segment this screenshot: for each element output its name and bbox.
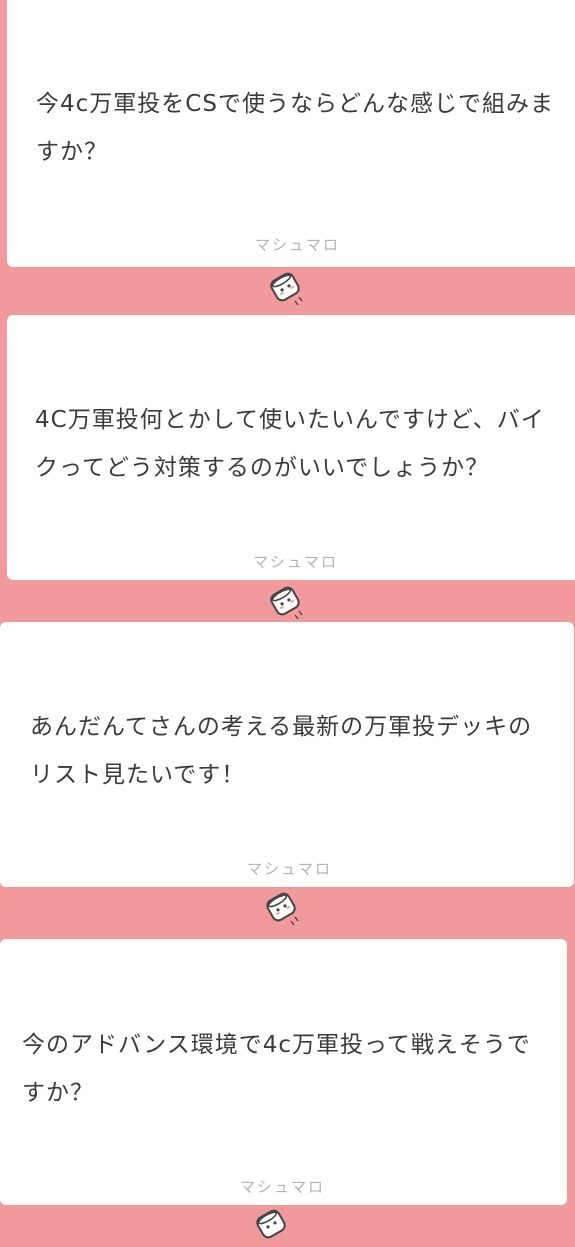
question-card[interactable]: 今のアドバンス環境で4c万軍投って戦えそうで すか？ マシュマロ xyxy=(0,939,567,1205)
question-card[interactable]: 4C万軍投何とかして使いたいんですけど、バイ クってどう対策するのがいいでしょう… xyxy=(7,315,575,580)
marshmallow-brand-label: マシュマロ xyxy=(255,236,341,254)
question-text: 4C万軍投何とかして使いたいんですけど、バイ クってどう対策するのがいいでしょう… xyxy=(35,407,545,481)
question-card[interactable]: あんだんてさんの考える最新の万軍投デッキの リスト見たいです！ マシュマロ xyxy=(0,622,574,887)
marshmallow-logo-icon xyxy=(264,890,304,930)
marshmallow-brand-label: マシュマロ xyxy=(253,553,339,571)
question-text: 今のアドバンス環境で4c万軍投って戦えそうで すか？ xyxy=(22,1032,531,1106)
marshmallow-brand-label: マシュマロ xyxy=(247,860,333,878)
marshmallow-logo-icon xyxy=(268,584,308,624)
question-card[interactable]: 今4c万軍投をCSで使うならどんな感じで組みま すか？ マシュマロ xyxy=(7,0,575,267)
question-text: 今4c万軍投をCSで使うならどんな感じで組みま すか？ xyxy=(36,91,554,165)
question-text: あんだんてさんの考える最新の万軍投デッキの リスト見たいです！ xyxy=(30,714,533,788)
marshmallow-brand-label: マシュマロ xyxy=(240,1178,326,1196)
marshmallow-logo-icon xyxy=(268,270,308,310)
marshmallow-logo-icon xyxy=(254,1207,294,1247)
